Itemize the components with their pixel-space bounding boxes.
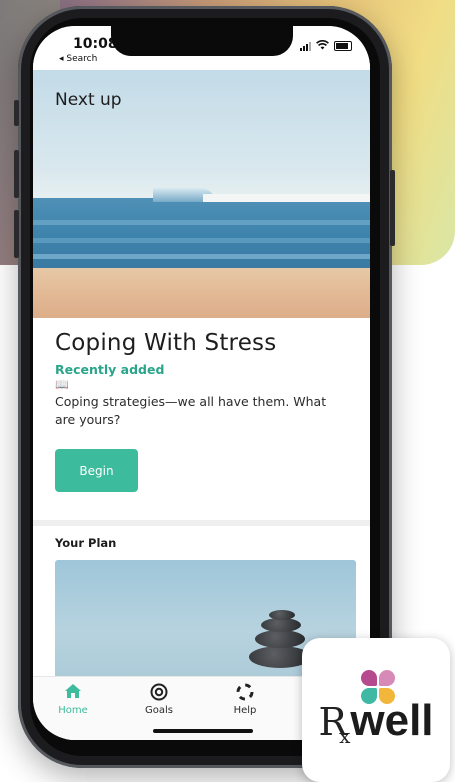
home-icon (43, 683, 103, 705)
side-button (14, 100, 19, 126)
sand (33, 268, 370, 318)
volume-down-button (14, 210, 19, 258)
begin-button[interactable]: Begin (55, 449, 138, 492)
tab-goals[interactable]: Goals (129, 683, 189, 716)
recently-added-label: Recently added (55, 362, 165, 377)
lesson-card: Coping With Stress Recently added 📖 Copi… (33, 330, 370, 492)
tab-goals-label: Goals (145, 705, 173, 716)
logo-wordmark: Rxwell (318, 696, 434, 748)
status-icons (300, 40, 352, 52)
signal-icon (300, 41, 311, 51)
tab-home[interactable]: Home (43, 683, 103, 716)
section-divider (33, 520, 370, 526)
stone (269, 610, 295, 620)
next-up-heading: Next up (55, 90, 122, 110)
stone (255, 630, 305, 648)
volume-up-button (14, 150, 19, 198)
logo-petal (361, 670, 377, 686)
power-button (390, 170, 395, 246)
rxwell-logo: Rxwell (302, 638, 450, 782)
scroll-content[interactable]: Next up Coping With Stress Recently adde… (33, 70, 370, 676)
tab-home-label: Home (58, 705, 88, 716)
home-indicator (153, 729, 253, 733)
notch (111, 26, 293, 56)
lesson-description: Coping strategies—we all have them. What… (55, 394, 327, 427)
wave-foam (203, 194, 370, 202)
next-up-hero-image[interactable]: Next up (33, 70, 370, 318)
wifi-icon (316, 40, 329, 52)
book-icon: 📖 (55, 378, 69, 391)
lesson-title[interactable]: Coping With Stress (55, 330, 348, 356)
tab-help[interactable]: Help (215, 683, 275, 716)
back-to-search-link[interactable]: ◂ Search (59, 54, 97, 64)
your-plan-heading: Your Plan (55, 536, 117, 550)
target-icon (129, 683, 189, 705)
tab-help-label: Help (233, 705, 257, 716)
logo-petal (379, 670, 395, 686)
lifebuoy-icon (215, 683, 275, 705)
battery-icon (334, 41, 352, 51)
stone (261, 618, 301, 632)
phone-screen: 10:08 ◂ Search Next up Coping With Stres… (33, 26, 370, 740)
